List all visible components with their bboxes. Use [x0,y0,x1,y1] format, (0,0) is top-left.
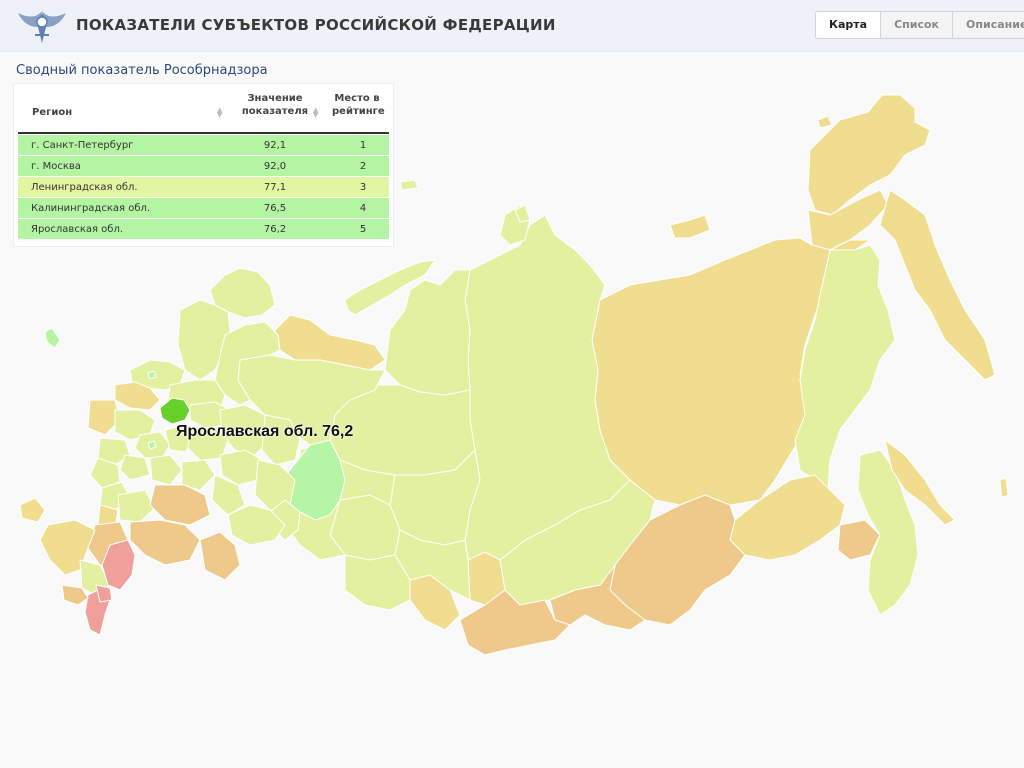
map-region-altai-krai[interactable] [344,554,411,611]
map-region-spb[interactable] [147,370,157,380]
header-place[interactable]: Место в рейтинге [332,92,385,118]
app-header: ПОКАЗАТЕЛИ СУБЪЕКТОВ РОССИЙСКОЙ ФЕДЕРАЦИ… [0,0,1024,52]
map-region-astrakhan[interactable] [199,531,241,581]
map-region-voronezh[interactable] [117,489,156,523]
map-region-moscow[interactable] [147,440,157,450]
row-place: 2 [359,161,367,172]
map-region-kaluga[interactable] [119,454,151,481]
map-region-saratov[interactable] [149,484,211,526]
row-value: 76,2 [263,224,287,235]
map-region-kaliningrad[interactable] [44,327,61,349]
view-tabs: Карта Список Описание [815,11,1024,39]
table-row[interactable]: Ярославская обл. 76,2 5 [18,219,389,240]
table-row[interactable]: г. Санкт-Петербург 92,1 1 [18,135,389,156]
row-value: 76,5 [263,203,287,214]
row-region: Ярославская обл. [31,224,124,235]
map-region-franz-josef[interactable] [399,179,419,191]
tab-list[interactable]: Список [880,12,952,38]
row-value: 92,1 [263,140,287,151]
map-region-label: Ярославская обл. 76,2 [176,423,354,440]
row-region: г. Санкт-Петербург [31,140,134,151]
map-region-kurils[interactable] [999,477,1009,499]
tab-map[interactable]: Карта [816,12,881,38]
map-region-bashkortostan[interactable] [254,459,296,511]
row-place: 4 [359,203,367,214]
sort-icon[interactable]: ▲ ▼ [217,107,222,119]
map-region-crimea[interactable] [19,497,46,523]
table-row[interactable]: Калининградская обл. 76,5 4 [18,198,389,219]
map-region-new-siberian[interactable] [669,214,711,239]
tab-description[interactable]: Описание [952,12,1024,38]
header-region[interactable]: Регион [32,106,72,119]
map-region-wrangel[interactable] [817,115,833,129]
map-region-yaroslavl[interactable] [159,397,191,425]
row-place: 3 [359,182,367,193]
panel-title: Сводный показатель Рособрнадзора [16,63,268,78]
table-row[interactable]: Ленинградская обл. 77,1 3 [18,177,389,198]
row-region: г. Москва [31,161,81,172]
map-region-kamchatka[interactable] [879,189,996,381]
row-place: 5 [359,224,367,235]
map-region-volgograd[interactable] [129,519,201,566]
row-place: 1 [359,140,367,151]
header-divider [18,132,389,134]
header-value[interactable]: Значение показателя [240,92,310,118]
rating-table: Регион ▲ ▼ Значение показателя ▲ ▼ Место в… [13,83,394,247]
row-region: Ленинградская обл. [31,182,138,193]
map-region-ryazan[interactable] [149,454,183,486]
row-region: Калининградская обл. [31,203,151,214]
sort-icon[interactable]: ▲ ▼ [313,107,318,119]
app-title: ПОКАЗАТЕЛИ СУБЪЕКТОВ РОССИЙСКОЙ ФЕДЕРАЦИ… [76,16,556,34]
rosobrnadzor-logo [18,11,66,43]
row-value: 77,1 [263,182,287,193]
table-row[interactable]: г. Москва 92,0 2 [18,156,389,177]
row-value: 92,0 [263,161,287,172]
